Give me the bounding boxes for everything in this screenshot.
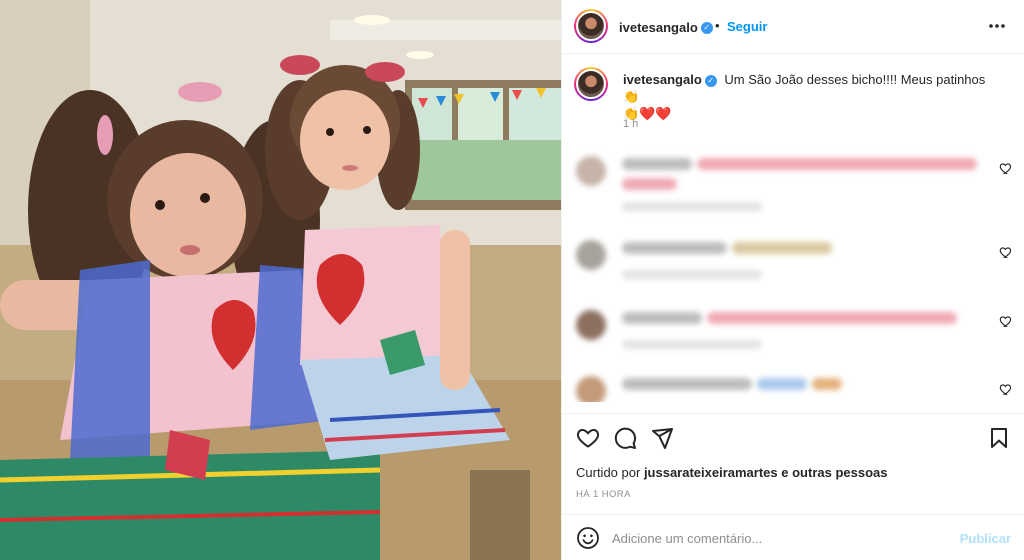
separator-dot: •: [715, 18, 720, 33]
follow-button[interactable]: Seguir: [727, 19, 767, 34]
caption-text: Um São João desses bicho!!!! Meus patinh…: [724, 72, 986, 87]
comment-meta: [622, 270, 762, 279]
comment-username: [622, 312, 702, 324]
comments-list[interactable]: [562, 140, 1024, 402]
list-item[interactable]: [562, 368, 1024, 402]
comment-bubble-icon[interactable]: [613, 426, 637, 450]
bookmark-icon[interactable]: [987, 426, 1011, 450]
photo-illustration: [0, 0, 561, 560]
caption-avatar[interactable]: [574, 67, 608, 101]
list-item[interactable]: [562, 148, 1024, 218]
post-header: ivetesangalo ✓ • Seguir: [562, 0, 1024, 54]
comment-text: [622, 178, 677, 190]
verified-badge-icon: ✓: [704, 74, 717, 87]
comment-text: [697, 158, 977, 170]
hearts-emoji: ❤️❤️: [639, 106, 672, 121]
avatar[interactable]: [576, 240, 606, 270]
list-item[interactable]: [562, 302, 1024, 372]
username-link[interactable]: ivetesangalo: [619, 20, 698, 35]
likes-prefix: Curtido por: [576, 465, 641, 480]
likes-user-link[interactable]: jussarateixeiramartes: [644, 465, 778, 480]
like-comment-heart-icon[interactable]: [999, 314, 1013, 328]
post-timestamp: HÁ 1 HORA: [576, 489, 631, 500]
likes-summary: Curtido por jussarateixeiramartes e outr…: [576, 465, 887, 480]
caption-time: 1 h: [623, 118, 639, 130]
like-comment-heart-icon[interactable]: [999, 245, 1013, 259]
comment-text: [812, 378, 842, 390]
verified-badge-icon: ✓: [700, 21, 713, 34]
publish-button[interactable]: Publicar: [960, 531, 1011, 546]
post-details-panel: ivetesangalo ✓ • Seguir ivetesangalo ✓ Um …: [561, 0, 1024, 560]
comment-bar: Publicar: [562, 514, 1024, 560]
share-paper-plane-icon[interactable]: [650, 426, 674, 450]
post-photo[interactable]: [0, 0, 561, 560]
like-comment-heart-icon[interactable]: [999, 161, 1013, 175]
divider: [562, 413, 1024, 414]
comment-text: [707, 312, 957, 324]
more-options-icon[interactable]: [987, 16, 1007, 36]
comment-username: [622, 242, 727, 254]
likes-suffix-link[interactable]: e outras pessoas: [781, 465, 887, 480]
comment-username: [622, 378, 752, 390]
comment-text: [732, 242, 832, 254]
comment-meta: [622, 202, 762, 211]
header-user: ivetesangalo ✓: [619, 19, 713, 37]
comment-username: [622, 158, 692, 170]
avatar[interactable]: [576, 156, 606, 186]
comment-text: [757, 378, 807, 390]
avatar[interactable]: [574, 9, 608, 43]
avatar[interactable]: [576, 310, 606, 340]
clapping-hands-emoji: 👏: [623, 89, 640, 104]
comment-meta: [622, 340, 762, 349]
like-heart-icon[interactable]: [576, 426, 600, 450]
caption-username-link[interactable]: ivetesangalo: [623, 72, 702, 87]
list-item[interactable]: [562, 232, 1024, 302]
like-comment-heart-icon[interactable]: [999, 382, 1013, 396]
comment-input[interactable]: [612, 527, 942, 549]
avatar[interactable]: [576, 376, 606, 402]
caption: ivetesangalo ✓ Um São João desses bicho!!…: [623, 71, 1003, 122]
emoji-smiley-icon[interactable]: [576, 526, 600, 550]
